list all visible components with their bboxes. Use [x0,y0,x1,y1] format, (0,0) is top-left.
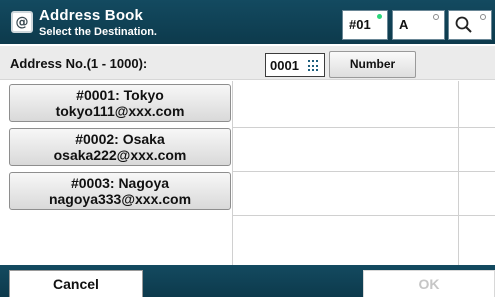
number-search-button[interactable]: Number search [329,51,416,96]
search-icon [455,16,472,33]
unselected-indicator-icon [433,14,439,20]
address-number-label: Address No.(1 - 1000): [10,56,148,71]
footer-bar: Cancel OK [0,265,495,297]
address-book-icon: @ [11,11,33,33]
list-item[interactable]: #0003: Nagoya nagoya333@xxx.com [9,172,231,210]
page-subtitle: Select the Destination. [39,26,157,38]
tab-alphabet-label: A [399,17,409,32]
list-item[interactable]: #0002: Osaka osaka222@xxx.com [9,128,231,166]
cancel-button[interactable]: Cancel [9,270,143,297]
ok-button[interactable]: OK [363,270,495,297]
address-number-value: 0001 [270,58,299,73]
at-sign-glyph: @ [15,14,29,30]
entry-title: #0002: Osaka [75,131,165,147]
address-number-input[interactable]: 0001 [265,53,325,77]
unselected-indicator-icon [480,14,486,20]
tab-search[interactable] [448,10,492,40]
entry-title: #0001: Tokyo [76,87,164,103]
title-bar: @ Address Book Select the Destination. #… [0,0,495,44]
grid-divider [232,81,233,265]
entry-email: nagoya333@xxx.com [48,191,192,207]
grid-divider [232,127,495,128]
address-number-row: Address No.(1 - 1000): 0001 Number searc… [0,46,495,96]
destination-list: #0001: Tokyo tokyo111@xxx.com #0002: Osa… [0,81,495,265]
tab-number-sort[interactable]: #01 [342,10,388,40]
grid-divider [232,171,495,172]
tab-alphabet-sort[interactable]: A [392,10,445,40]
entry-email: osaka222@xxx.com [53,147,187,163]
grid-divider [232,215,495,216]
entry-email: tokyo111@xxx.com [55,103,185,119]
grid-divider [458,81,459,265]
keypad-icon [308,60,320,72]
tab-number-label: #01 [349,17,371,32]
selected-indicator-icon [377,14,382,19]
list-item[interactable]: #0001: Tokyo tokyo111@xxx.com [9,84,231,122]
entry-title: #0003: Nagoya [70,175,170,191]
page-title: Address Book [39,7,144,24]
